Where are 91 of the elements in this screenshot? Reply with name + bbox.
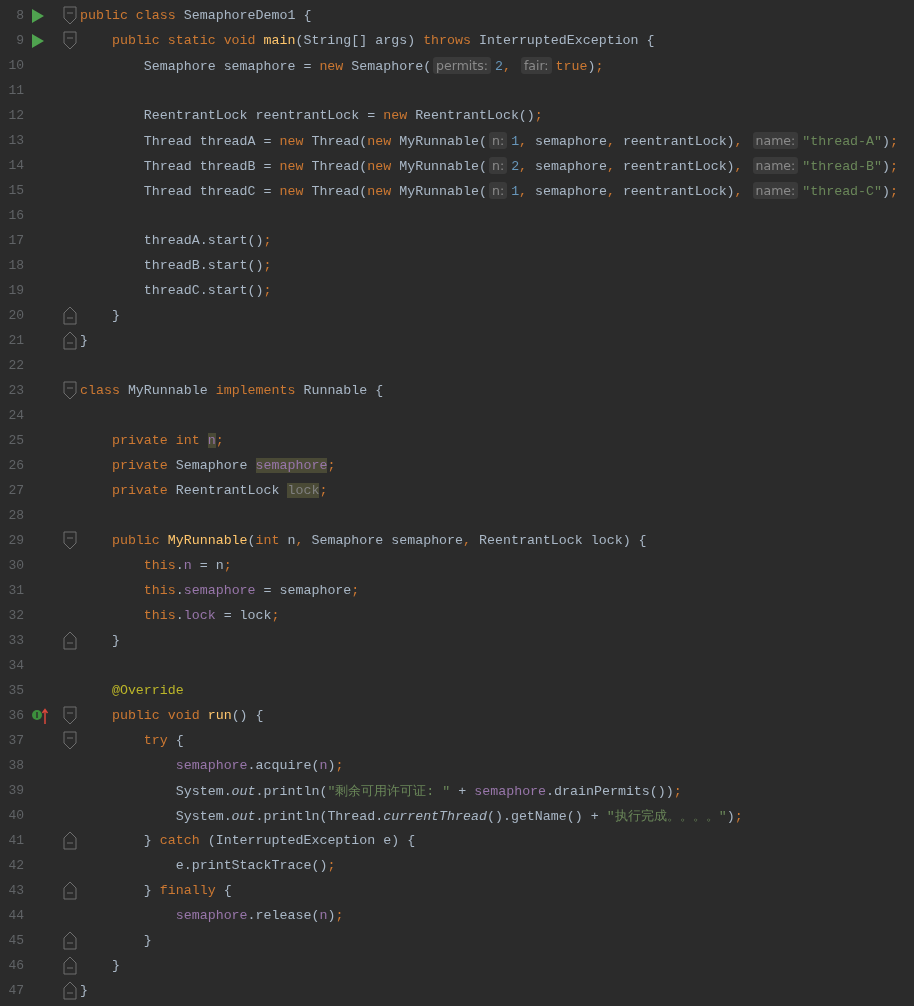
code-line: ReentrantLock reentrantLock = new ReentrantLock(); [142,108,543,123]
code-line: } [110,633,120,648]
fold-icon[interactable] [63,306,77,325]
line-number: 31 [7,583,24,598]
code-line: } catch (InterruptedException e) { [142,833,416,848]
line-number: 27 [7,483,24,498]
line-number: 18 [7,258,24,273]
line-number: 38 [7,758,24,773]
code-line: this.n = n; [142,558,232,573]
line-number: 37 [7,733,24,748]
code-line: @Override [110,683,184,698]
line-number: 22 [7,358,24,373]
code-line: private Semaphore semaphore; [110,458,336,473]
fold-icon[interactable] [63,881,77,900]
fold-icon[interactable] [63,31,77,50]
fold-icon[interactable] [63,731,77,750]
line-number: 47 [7,983,24,998]
line-number: 11 [7,83,24,98]
fold-icon[interactable] [63,956,77,975]
line-number: 44 [7,908,24,923]
line-number: 19 [7,283,24,298]
fold-icon[interactable] [63,631,77,650]
line-number: 10 [7,58,24,73]
code-line: threadA.start(); [142,233,272,248]
line-number: 46 [7,958,24,973]
line-number: 35 [7,683,24,698]
code-line: public MyRunnable(int n, Semaphore semaphore, ReentrantLock lock) { [110,533,647,548]
code-line: } [142,933,152,948]
code-line: Semaphore semaphore = new Semaphore( permits: 2, fair: true); [142,57,604,74]
code-line: semaphore.acquire(n); [174,758,344,773]
fold-icon[interactable] [63,381,77,400]
fold-icon[interactable] [63,531,77,550]
line-number: 34 [7,658,24,673]
line-number: 40 [7,808,24,823]
code-line: } finally { [142,883,232,898]
code-line: Thread threadA = new Thread(new MyRunnable( n: 1, semaphore, reentrantLock), name: "thread-A"); [142,132,898,149]
code-line: System.out.println("剩余可用许可证: " + semaphore.drainPermits()); [174,782,682,800]
code-line: private ReentrantLock lock; [110,483,328,498]
line-number: 39 [7,783,24,798]
override-icon[interactable] [32,706,48,725]
code-line: try { [142,733,184,748]
code-line: e.printStackTrace(); [174,858,336,873]
code-line: } [80,333,88,348]
line-number: 36 [7,708,24,723]
fold-icon[interactable] [63,981,77,1000]
fold-icon[interactable] [63,6,77,25]
code-line: public void run() { [110,708,264,723]
code-line: Thread threadB = new Thread(new MyRunnable( n: 2, semaphore, reentrantLock), name: "thread-B"); [142,157,898,174]
line-number: 15 [7,183,24,198]
code-line: public class SemaphoreDemo1 { [80,8,312,23]
line-number: 21 [7,333,24,348]
code-line: Thread threadC = new Thread(new MyRunnable( n: 1, semaphore, reentrantLock), name: "thread-C"); [142,182,898,199]
code-line: semaphore.release(n); [174,908,344,923]
code-line: System.out.println(Thread.currentThread().getName() + "执行完成。。。。"); [174,807,743,825]
line-number: 26 [7,458,24,473]
fold-icon[interactable] [63,331,77,350]
code-line: } [80,983,88,998]
fold-icon[interactable] [63,931,77,950]
run-icon[interactable] [32,8,44,23]
line-number: 12 [7,108,24,123]
line-number: 8 [15,8,24,23]
line-number: 29 [7,533,24,548]
line-number: 17 [7,233,24,248]
code-line: this.lock = lock; [142,608,280,623]
line-number: 14 [7,158,24,173]
code-line: threadC.start(); [142,283,272,298]
line-number: 9 [15,33,24,48]
code-line: threadB.start(); [142,258,272,273]
line-number: 43 [7,883,24,898]
run-icon[interactable] [32,33,44,48]
line-number: 28 [7,508,24,523]
line-number: 20 [7,308,24,323]
line-number: 16 [7,208,24,223]
line-number: 23 [7,383,24,398]
code-line: public static void main(String[] args) throws InterruptedException { [110,33,655,48]
line-number: 25 [7,433,24,448]
fold-icon[interactable] [63,831,77,850]
code-line: this.semaphore = semaphore; [142,583,360,598]
line-number: 24 [7,408,24,423]
line-number: 32 [7,608,24,623]
line-number: 30 [7,558,24,573]
line-number: 42 [7,858,24,873]
code-line: class MyRunnable implements Runnable { [80,383,384,398]
code-line: } [110,308,120,323]
line-number: 33 [7,633,24,648]
code-line: } [110,958,120,973]
line-number: 13 [7,133,24,148]
fold-icon[interactable] [63,706,77,725]
code-line: private int n; [110,433,224,448]
line-number: 45 [7,933,24,948]
line-number: 41 [7,833,24,848]
